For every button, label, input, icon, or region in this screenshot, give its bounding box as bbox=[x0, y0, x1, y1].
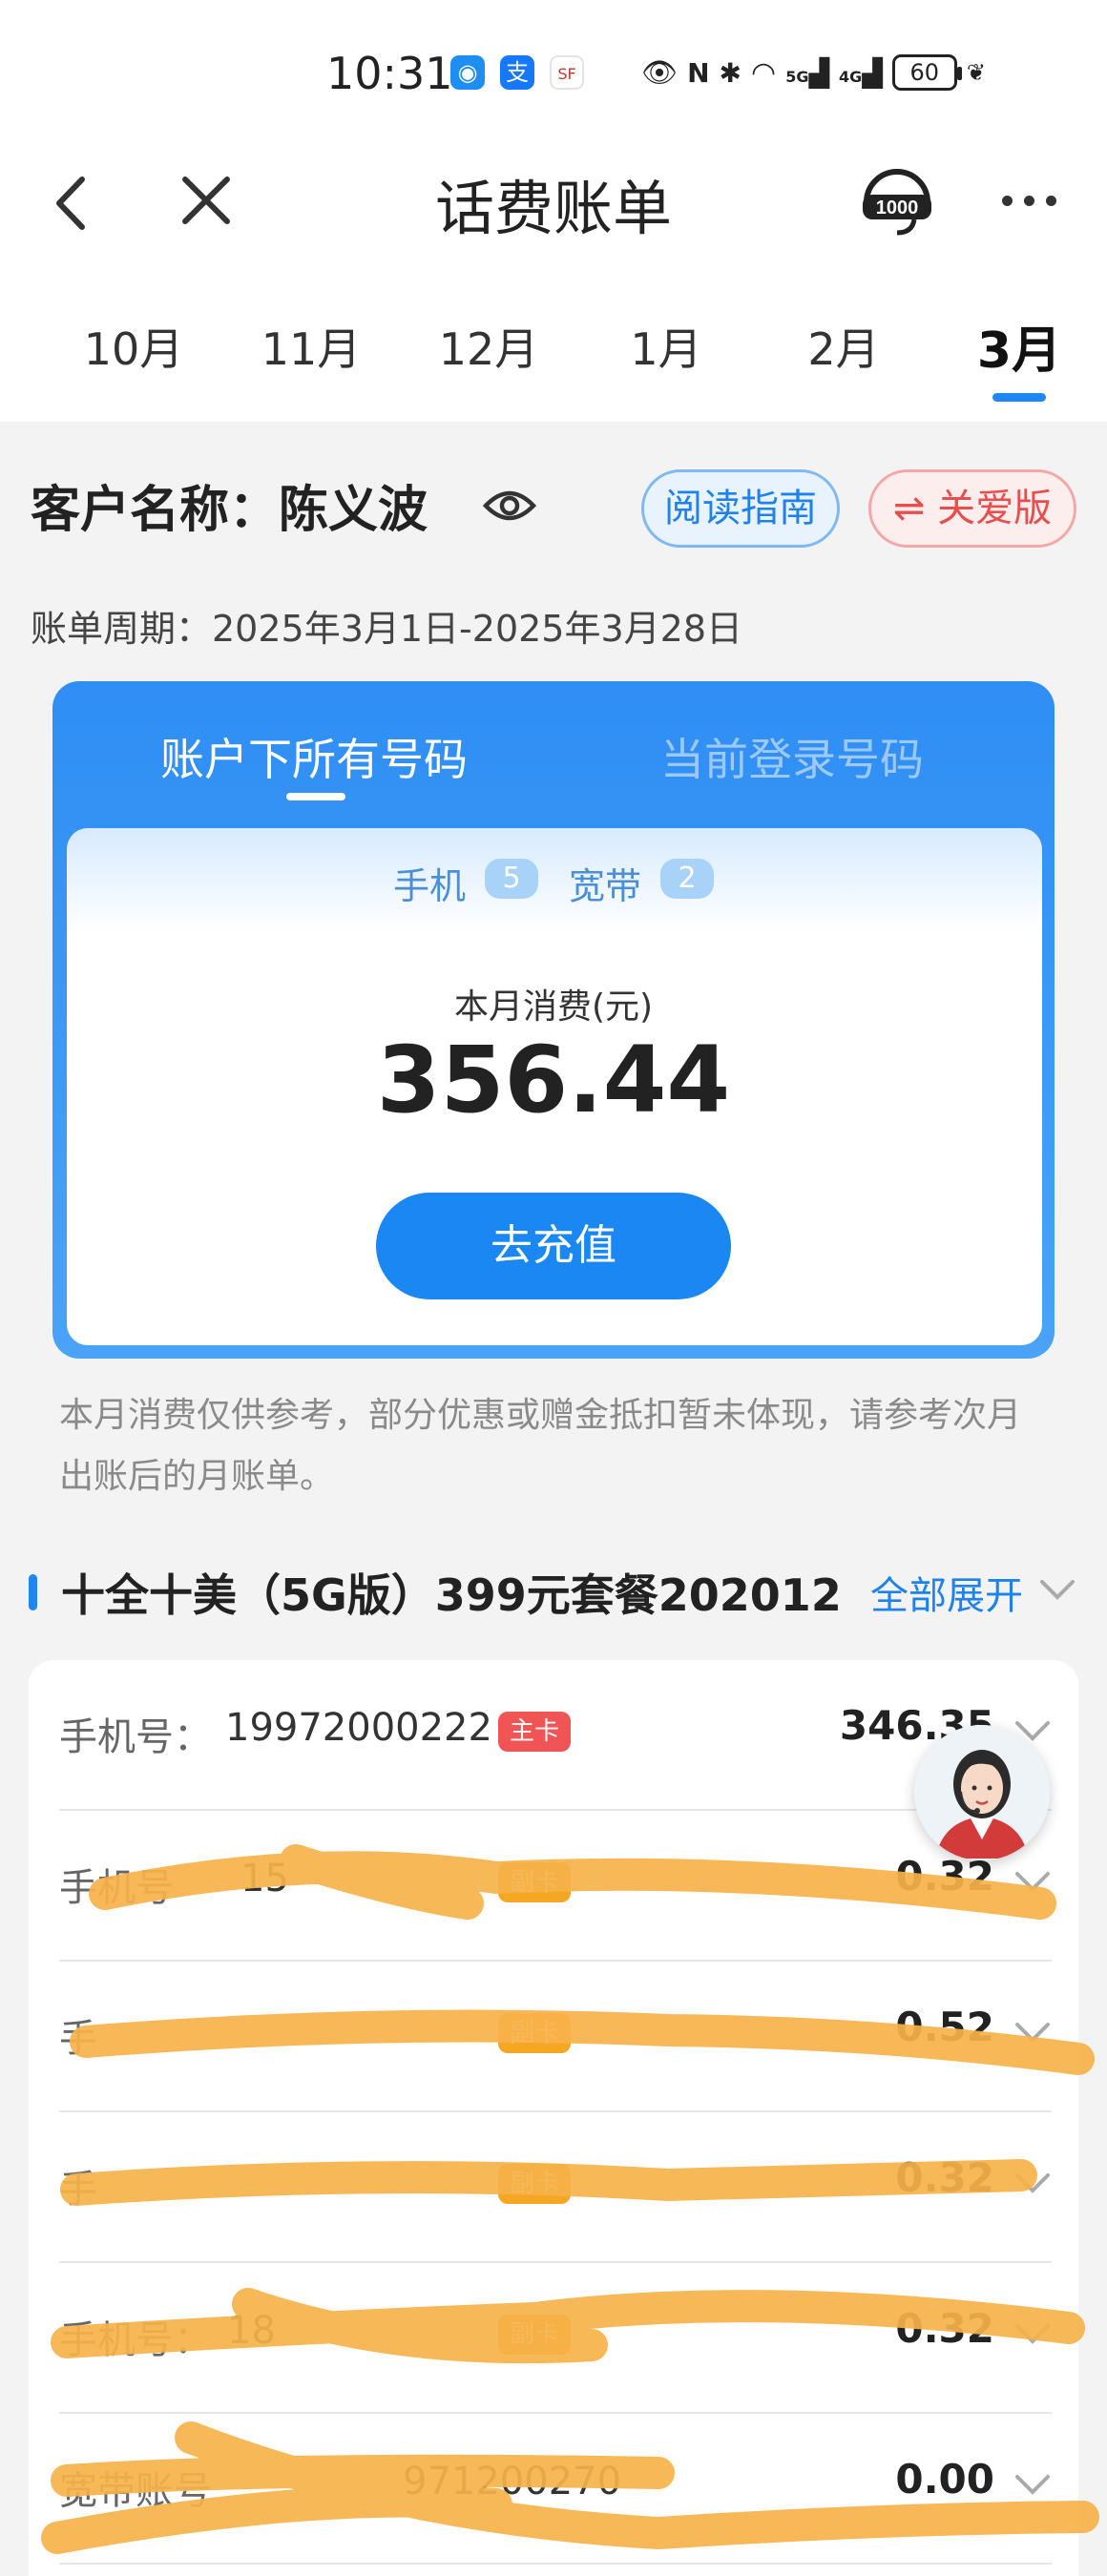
row-amount: 0.52 bbox=[895, 2004, 994, 2050]
monthly-spend-value: 356.44 bbox=[376, 1027, 731, 1133]
eye-icon[interactable] bbox=[482, 485, 537, 527]
list-item[interactable]: 手 副卡 0.52 bbox=[59, 1962, 1052, 2112]
assistant-portrait-icon bbox=[914, 1725, 1050, 1860]
section-marker bbox=[29, 1574, 37, 1610]
list-item[interactable]: 手机号： 19972000222 主卡 346.35 bbox=[59, 1660, 1052, 1811]
row-amount: 0.00 bbox=[895, 2456, 994, 2503]
active-tab-indicator bbox=[992, 393, 1046, 402]
primary-card-badge: 主卡 bbox=[498, 1712, 572, 1752]
row-amount: 0.32 bbox=[895, 2154, 994, 2201]
care-mode-button[interactable]: ⇌ 关爱版 bbox=[868, 469, 1076, 548]
tab-month-2[interactable]: 2月 bbox=[767, 315, 920, 378]
row-number: 971200270 bbox=[403, 2460, 622, 2503]
reading-guide-button[interactable]: 阅读指南 bbox=[641, 469, 840, 548]
list-item[interactable]: 手 副卡 0.32 bbox=[59, 2112, 1052, 2263]
eye-comfort-icon: 👁 bbox=[641, 55, 679, 90]
row-label: 手机号 bbox=[59, 1866, 174, 1910]
row-number: 15 bbox=[240, 1857, 289, 1901]
wifi-icon: ◠ bbox=[751, 55, 777, 90]
row-label: 手 bbox=[59, 2017, 97, 2061]
tab-month-12[interactable]: 12月 bbox=[412, 315, 565, 378]
tab-all-numbers[interactable]: 账户下所有号码 bbox=[160, 725, 468, 788]
secondary-card-badge: 副卡 bbox=[498, 2013, 572, 2053]
status-icons: 👁 N ✱ ◠ 5G▟ 4G▟ 60 ❦ bbox=[641, 52, 986, 93]
svg-text:1000: 1000 bbox=[876, 197, 919, 218]
tab-month-1[interactable]: 1月 bbox=[590, 315, 742, 378]
status-time: 10:31 bbox=[326, 48, 453, 99]
signal-5g-icon: 5G▟ bbox=[785, 56, 829, 89]
tab-month-11[interactable]: 11月 bbox=[235, 315, 387, 378]
row-label: 手机号： bbox=[59, 2318, 212, 2362]
list-item[interactable]: 手机号： 18 副卡 0.32 bbox=[59, 2263, 1052, 2414]
row-number: 19972000222 bbox=[225, 1706, 492, 1750]
tab-month-3[interactable]: 3月 bbox=[943, 310, 1096, 382]
secondary-card-badge: 副卡 bbox=[498, 2315, 572, 2355]
customer-name: 客户名称：陈义波 bbox=[31, 482, 428, 539]
tab-month-10[interactable]: 10月 bbox=[57, 315, 210, 378]
signal-4g-icon: 4G▟ bbox=[839, 56, 883, 89]
secondary-card-badge: 副卡 bbox=[498, 2164, 572, 2204]
row-amount: 0.32 bbox=[895, 2305, 994, 2352]
chevron-down-icon[interactable] bbox=[1013, 1866, 1052, 1895]
alipay-icon: 支 bbox=[500, 55, 534, 90]
back-arrow-icon[interactable] bbox=[48, 170, 95, 237]
row-number: 18 bbox=[227, 2309, 276, 2353]
chevron-down-icon[interactable] bbox=[1013, 2017, 1052, 2046]
monthly-spend-label: 本月消费(元) bbox=[453, 987, 654, 1027]
package-title: 十全十美（5G版）399元套餐202012 bbox=[61, 1569, 842, 1621]
row-label: 手机号： bbox=[59, 1715, 212, 1759]
sf-express-icon: SF bbox=[550, 55, 584, 90]
close-icon[interactable] bbox=[178, 172, 235, 229]
phone-count-label: 手机 bbox=[393, 865, 467, 907]
customer-service-icon[interactable]: 1000 bbox=[857, 160, 937, 240]
leaf-icon: ❦ bbox=[966, 59, 986, 86]
broadband-count-label: 宽带 bbox=[569, 865, 642, 907]
bluetooth-icon: ✱ bbox=[719, 56, 741, 89]
row-label: 宽带账号 bbox=[59, 2469, 212, 2513]
message-app-icon: ◉ bbox=[450, 55, 485, 90]
spend-disclaimer: 本月消费仅供参考，部分优惠或赠金抵扣暂未体现，请参考次月出账后的月账单。 bbox=[59, 1396, 1022, 1496]
phone-count-badge: 5 bbox=[485, 859, 538, 899]
row-label: 手 bbox=[59, 2168, 97, 2212]
page-title: 话费账单 bbox=[434, 174, 672, 243]
chevron-down-icon[interactable] bbox=[1013, 2469, 1052, 2498]
list-item[interactable]: 手机号 15 副卡 0.32 bbox=[59, 1811, 1052, 1962]
assistant-avatar[interactable] bbox=[914, 1725, 1050, 1860]
tab-current-number[interactable]: 当前登录号码 bbox=[660, 725, 924, 788]
chevron-down-icon[interactable] bbox=[1038, 1574, 1076, 1603]
bill-period: 账单周期：2025年3月1日-2025年3月28日 bbox=[31, 608, 743, 650]
expand-all-link[interactable]: 全部展开 bbox=[870, 1565, 1023, 1620]
nfc-icon: N bbox=[687, 56, 710, 89]
chevron-down-icon[interactable] bbox=[1013, 2168, 1052, 2196]
broadband-count-badge: 2 bbox=[660, 859, 714, 899]
chevron-down-icon[interactable] bbox=[1013, 2318, 1052, 2347]
list-item[interactable]: 宽带账号 971200270 0.00 bbox=[59, 2414, 1052, 2565]
secondary-card-badge: 副卡 bbox=[498, 1862, 572, 1902]
battery-icon: 60 bbox=[891, 54, 962, 91]
more-options-icon[interactable] bbox=[1002, 186, 1069, 215]
divider bbox=[59, 2563, 1052, 2565]
recharge-button[interactable]: 去充值 bbox=[376, 1193, 731, 1299]
card-tab-indicator bbox=[286, 793, 345, 800]
